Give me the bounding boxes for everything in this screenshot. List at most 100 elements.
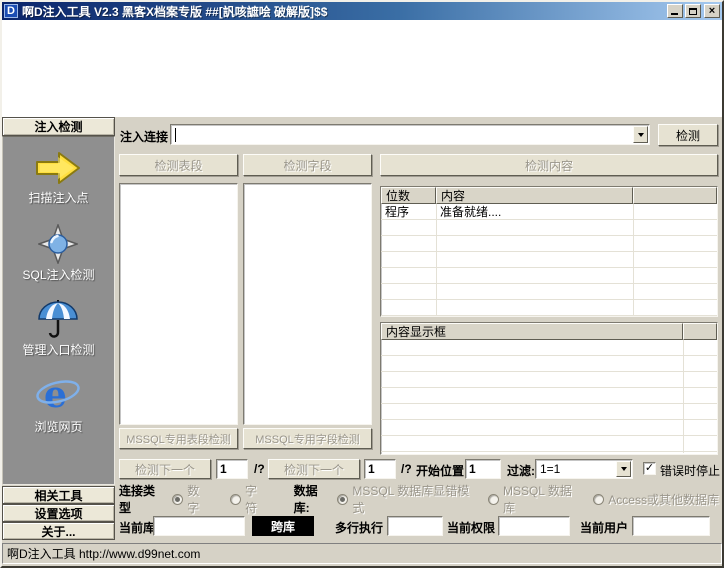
list-row — [381, 436, 717, 452]
detect-content-button[interactable]: 检测内容 — [380, 154, 718, 176]
mssql-tables-button[interactable]: MSSQL专用表段检测 — [119, 428, 238, 449]
filter-combobox[interactable]: 1=1 — [535, 459, 633, 479]
radio-numeric[interactable] — [172, 493, 184, 505]
column-divider — [633, 204, 634, 315]
current-db-input[interactable] — [153, 516, 245, 536]
column-header-blank[interactable] — [633, 187, 717, 204]
app-icon: D — [4, 4, 18, 18]
multi-exec-input[interactable] — [387, 516, 443, 536]
detect-next-table-button[interactable]: 检测下一个 — [119, 459, 211, 479]
result-table-header: 位数 内容 — [381, 187, 717, 204]
sidebar-item-sql-injection[interactable]: SQL注入检测 — [22, 224, 95, 283]
banner-area — [2, 20, 722, 117]
cell-digits: 程序 — [385, 205, 410, 219]
radio-access-other[interactable] — [593, 493, 605, 505]
current-privilege-input[interactable] — [498, 516, 570, 536]
sidebar-header-injection-detect[interactable]: 注入检测 — [2, 117, 115, 136]
sidebar-button-settings[interactable]: 设置选项 — [2, 504, 115, 522]
radio-char-label[interactable]: 字符 — [245, 482, 268, 516]
table-row — [381, 284, 717, 300]
table-row[interactable]: 程序 准备就绪.... — [381, 204, 717, 220]
column-divider — [436, 204, 437, 315]
text-caret — [175, 128, 176, 142]
field-index-input[interactable] — [364, 459, 396, 479]
table-row — [381, 300, 717, 316]
radio-mssql-label[interactable]: MSSQL 数据库 — [503, 482, 579, 516]
sidebar-item-label: 扫描注入点 — [28, 191, 89, 205]
table-row — [381, 252, 717, 268]
radio-numeric-label[interactable]: 数字 — [187, 482, 210, 516]
sidebar-item-browse-web[interactable]: e 浏览网页 — [34, 374, 82, 435]
sidebar-item-label: 浏览网页 — [34, 420, 83, 434]
detect-fields-button[interactable]: 检测字段 — [243, 154, 372, 176]
radio-char[interactable] — [229, 493, 241, 505]
current-db-label: 当前库 — [119, 521, 156, 535]
chevron-down-icon — [637, 132, 644, 137]
arrow-right-icon — [36, 152, 81, 184]
filter-value: 1=1 — [540, 462, 561, 476]
filter-dropdown-button[interactable] — [616, 461, 631, 477]
title-bar[interactable]: D 啊D注入工具 V2.3 黑客X档案专版 ##[訉咳謶哙 破解版]$$ × — [2, 2, 722, 20]
maximize-button[interactable] — [685, 4, 701, 18]
list-row — [381, 340, 717, 356]
current-user-label: 当前用户 — [580, 521, 629, 535]
cross-db-button[interactable]: 跨库 — [252, 516, 314, 536]
detect-tables-button[interactable]: 检测表段 — [119, 154, 238, 176]
connection-type-label: 连接类型 — [119, 484, 156, 515]
list-row — [381, 356, 717, 372]
column-header-digits[interactable]: 位数 — [381, 187, 436, 204]
list-row — [381, 420, 717, 436]
database-label: 数据库: — [293, 484, 318, 515]
stop-on-error-label[interactable]: 错误时停止 — [660, 462, 720, 479]
filter-label: 过滤: — [507, 464, 535, 478]
sidebar-item-label: SQL注入检测 — [22, 268, 95, 282]
mssql-fields-button[interactable]: MSSQL专用字段检测 — [243, 428, 372, 449]
close-button[interactable]: × — [704, 4, 720, 18]
cell-content: 准备就绪.... — [440, 205, 502, 219]
sidebar-item-label: 管理入口检测 — [22, 343, 95, 357]
content-display-box[interactable]: 内容显示框 — [380, 322, 718, 455]
maximize-icon — [689, 7, 697, 15]
app-window: D 啊D注入工具 V2.3 黑客X档案专版 ##[訉咳謶哙 破解版]$$ × 注… — [0, 0, 724, 568]
compass-icon — [38, 224, 79, 264]
check-icon: ✓ — [644, 462, 655, 474]
table-index-input[interactable] — [216, 459, 248, 479]
minimize-icon — [671, 13, 678, 15]
detect-button[interactable]: 检测 — [658, 124, 718, 146]
umbrella-icon — [38, 300, 79, 338]
injection-link-combobox[interactable] — [170, 124, 650, 145]
radio-mssql-error-mode[interactable] — [337, 493, 349, 505]
table-total-label: /? — [254, 462, 265, 476]
radio-access-other-label[interactable]: Access或其他数据库 — [608, 491, 719, 508]
start-position-input[interactable] — [465, 459, 501, 479]
close-icon: × — [708, 5, 716, 17]
column-header-content[interactable]: 内容 — [436, 187, 633, 204]
radio-mssql[interactable] — [487, 493, 499, 505]
ie-browser-icon: e — [36, 374, 81, 416]
sidebar-item-scan-injection[interactable]: 扫描注入点 — [28, 149, 89, 206]
list-row — [381, 404, 717, 420]
current-user-input[interactable] — [632, 516, 710, 536]
radio-mssql-error-mode-label[interactable]: MSSQL 数据库显错模式 — [352, 482, 474, 516]
content-box-blank-header[interactable] — [683, 323, 717, 340]
content-box-title[interactable]: 内容显示框 — [381, 323, 683, 340]
fields-list[interactable] — [243, 183, 372, 425]
sidebar-button-about[interactable]: 关于... — [2, 522, 115, 540]
detect-next-field-button[interactable]: 检测下一个 — [268, 459, 360, 479]
minimize-button[interactable] — [667, 4, 683, 18]
multi-exec-label: 多行执行 — [335, 521, 384, 535]
result-table[interactable]: 位数 内容 程序 准备就绪.... — [380, 186, 718, 317]
status-bar: 啊D注入工具 http://www.d99net.com — [2, 543, 722, 564]
stop-on-error-checkbox[interactable]: ✓ — [643, 462, 656, 475]
chevron-down-icon — [620, 467, 627, 471]
sidebar-button-related-tools[interactable]: 相关工具 — [2, 486, 115, 504]
injection-link-label: 注入连接 — [120, 130, 169, 144]
sidebar-icon-panel: 扫描注入点 SQL注入检测 管理入口检测 e 浏览网页 — [2, 136, 115, 485]
combobox-dropdown-button[interactable] — [633, 126, 648, 143]
sidebar-item-admin-entrance[interactable]: 管理入口检测 — [22, 299, 95, 358]
list-row — [381, 388, 717, 404]
tables-list[interactable] — [119, 183, 238, 425]
table-row — [381, 268, 717, 284]
field-total-label: /? — [401, 462, 412, 476]
start-position-label: 开始位置 — [416, 464, 465, 478]
